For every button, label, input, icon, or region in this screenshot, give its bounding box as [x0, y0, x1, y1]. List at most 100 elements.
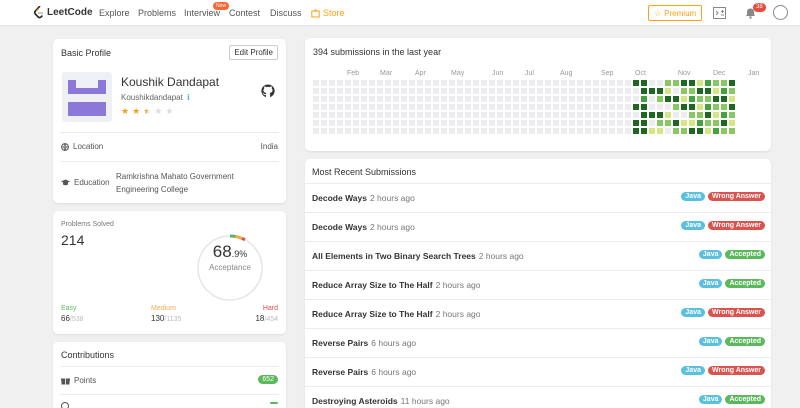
calendar-day-cell[interactable] — [561, 80, 567, 86]
calendar-day-cell[interactable] — [561, 96, 567, 102]
calendar-day-cell[interactable] — [529, 120, 535, 126]
calendar-day-cell[interactable] — [665, 112, 671, 118]
calendar-day-cell[interactable] — [313, 88, 319, 94]
calendar-day-cell[interactable] — [577, 104, 583, 110]
calendar-day-cell[interactable] — [337, 88, 343, 94]
user-avatar[interactable] — [773, 5, 788, 20]
calendar-day-cell[interactable] — [593, 88, 599, 94]
submission-row[interactable]: Reverse Pairs 6 hours ago Java Wrong Answer — [305, 357, 771, 386]
calendar-day-cell[interactable] — [377, 120, 383, 126]
calendar-day-cell[interactable] — [521, 104, 527, 110]
calendar-day-cell[interactable] — [569, 112, 575, 118]
calendar-day-cell[interactable] — [657, 96, 663, 102]
calendar-day-cell[interactable] — [337, 128, 343, 134]
calendar-day-cell[interactable] — [457, 104, 463, 110]
calendar-day-cell[interactable] — [313, 112, 319, 118]
calendar-day-cell[interactable] — [681, 104, 687, 110]
calendar-day-cell[interactable] — [425, 112, 431, 118]
calendar-day-cell[interactable] — [713, 88, 719, 94]
calendar-day-cell[interactable] — [705, 80, 711, 86]
calendar-day-cell[interactable] — [705, 120, 711, 126]
calendar-day-cell[interactable] — [329, 120, 335, 126]
calendar-day-cell[interactable] — [385, 112, 391, 118]
calendar-day-cell[interactable] — [729, 88, 735, 94]
calendar-day-cell[interactable] — [417, 88, 423, 94]
calendar-day-cell[interactable] — [473, 128, 479, 134]
calendar-day-cell[interactable] — [641, 88, 647, 94]
calendar-day-cell[interactable] — [729, 104, 735, 110]
calendar-day-cell[interactable] — [409, 120, 415, 126]
calendar-day-cell[interactable] — [353, 80, 359, 86]
calendar-day-cell[interactable] — [313, 96, 319, 102]
calendar-day-cell[interactable] — [529, 80, 535, 86]
calendar-day-cell[interactable] — [593, 104, 599, 110]
calendar-day-cell[interactable] — [697, 96, 703, 102]
calendar-day-cell[interactable] — [353, 128, 359, 134]
calendar-day-cell[interactable] — [369, 96, 375, 102]
calendar-day-cell[interactable] — [657, 104, 663, 110]
nav-problems[interactable]: Problems — [138, 8, 176, 18]
calendar-day-cell[interactable] — [529, 112, 535, 118]
calendar-day-cell[interactable] — [329, 88, 335, 94]
calendar-day-cell[interactable] — [481, 120, 487, 126]
calendar-day-cell[interactable] — [705, 88, 711, 94]
calendar-day-cell[interactable] — [433, 88, 439, 94]
calendar-day-cell[interactable] — [625, 112, 631, 118]
calendar-day-cell[interactable] — [649, 104, 655, 110]
calendar-day-cell[interactable] — [601, 120, 607, 126]
calendar-day-cell[interactable] — [649, 88, 655, 94]
submission-title[interactable]: Reverse Pairs 6 hours ago — [312, 338, 416, 348]
calendar-day-cell[interactable] — [705, 128, 711, 134]
calendar-day-cell[interactable] — [489, 96, 495, 102]
calendar-day-cell[interactable] — [649, 96, 655, 102]
calendar-day-cell[interactable] — [721, 96, 727, 102]
calendar-day-cell[interactable] — [537, 128, 543, 134]
calendar-day-cell[interactable] — [537, 96, 543, 102]
calendar-day-cell[interactable] — [529, 104, 535, 110]
calendar-day-cell[interactable] — [617, 112, 623, 118]
calendar-day-cell[interactable] — [361, 80, 367, 86]
calendar-day-cell[interactable] — [401, 104, 407, 110]
calendar-day-cell[interactable] — [345, 112, 351, 118]
calendar-day-cell[interactable] — [553, 96, 559, 102]
submission-row[interactable]: Reverse Pairs 6 hours ago Java Accepted — [305, 328, 771, 357]
calendar-day-cell[interactable] — [377, 128, 383, 134]
submission-title[interactable]: Decode Ways 2 hours ago — [312, 222, 415, 232]
calendar-day-cell[interactable] — [473, 80, 479, 86]
calendar-day-cell[interactable] — [681, 128, 687, 134]
calendar-day-cell[interactable] — [673, 128, 679, 134]
nav-contest[interactable]: Contest — [229, 8, 260, 18]
submission-title[interactable]: Reduce Array Size to The Half 2 hours ago — [312, 280, 481, 290]
calendar-day-cell[interactable] — [593, 120, 599, 126]
calendar-day-cell[interactable] — [385, 88, 391, 94]
calendar-day-cell[interactable] — [609, 104, 615, 110]
calendar-day-cell[interactable] — [665, 80, 671, 86]
calendar-day-cell[interactable] — [425, 128, 431, 134]
calendar-day-cell[interactable] — [713, 80, 719, 86]
calendar-day-cell[interactable] — [377, 112, 383, 118]
calendar-day-cell[interactable] — [673, 80, 679, 86]
calendar-day-cell[interactable] — [721, 80, 727, 86]
calendar-day-cell[interactable] — [409, 88, 415, 94]
calendar-day-cell[interactable] — [481, 128, 487, 134]
calendar-day-cell[interactable] — [313, 128, 319, 134]
calendar-day-cell[interactable] — [657, 120, 663, 126]
calendar-day-cell[interactable] — [585, 120, 591, 126]
calendar-day-cell[interactable] — [401, 120, 407, 126]
calendar-day-cell[interactable] — [617, 104, 623, 110]
submission-row[interactable]: All Elements in Two Binary Search Trees 2… — [305, 241, 771, 270]
calendar-day-cell[interactable] — [465, 80, 471, 86]
calendar-day-cell[interactable] — [689, 112, 695, 118]
calendar-day-cell[interactable] — [345, 88, 351, 94]
calendar-day-cell[interactable] — [729, 128, 735, 134]
calendar-day-cell[interactable] — [697, 88, 703, 94]
calendar-day-cell[interactable] — [537, 120, 543, 126]
calendar-day-cell[interactable] — [329, 96, 335, 102]
calendar-day-cell[interactable] — [401, 88, 407, 94]
calendar-day-cell[interactable] — [361, 128, 367, 134]
calendar-day-cell[interactable] — [657, 80, 663, 86]
calendar-day-cell[interactable] — [697, 128, 703, 134]
calendar-day-cell[interactable] — [601, 112, 607, 118]
calendar-day-cell[interactable] — [321, 120, 327, 126]
calendar-day-cell[interactable] — [713, 128, 719, 134]
